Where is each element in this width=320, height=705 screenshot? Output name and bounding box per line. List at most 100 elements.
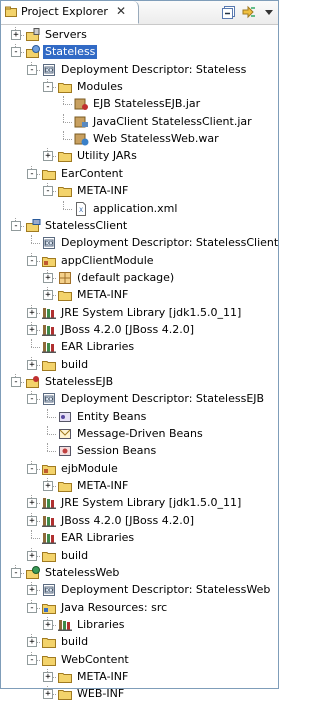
tree-item-message-driven-beans[interactable]: Message-Driven Beans bbox=[1, 426, 278, 443]
expand-icon[interactable]: + bbox=[27, 359, 37, 370]
collapse-icon[interactable]: - bbox=[43, 186, 53, 197]
expand-icon[interactable]: + bbox=[27, 637, 37, 648]
expand-icon[interactable]: + bbox=[43, 671, 53, 682]
tree-item-jre-system-library-jdk1-5-0-11[interactable]: + JRE System Library [jdk1.5.0_11] bbox=[1, 304, 278, 322]
tree-item-meta-inf[interactable]: + META-INF bbox=[1, 478, 278, 495]
tree-item-jre-system-library-jdk1-5-0-11[interactable]: + JRE System Library [jdk1.5.0_11] bbox=[1, 495, 278, 512]
servers-project-icon bbox=[25, 27, 41, 43]
tree-item-deployment-descriptor-statelessclient[interactable]: DD Deployment Descriptor: StatelessClient bbox=[1, 235, 278, 252]
collapse-icon[interactable]: - bbox=[11, 377, 21, 387]
link-with-editor-icon[interactable] bbox=[241, 4, 257, 20]
view-menu-icon[interactable] bbox=[261, 4, 277, 20]
expand-icon[interactable]: + bbox=[43, 272, 53, 283]
folder-icon bbox=[57, 148, 73, 164]
tree-connector bbox=[31, 347, 40, 349]
library-icon bbox=[41, 339, 57, 355]
tree-item-ejb-statelessejb-jar[interactable]: EJB StatelessEJB.jar bbox=[1, 96, 278, 113]
tree-item-label: StatelessWeb bbox=[45, 565, 120, 579]
tree-item-application-xml[interactable]: Xapplication.xml bbox=[1, 200, 278, 218]
tree-item-meta-inf[interactable]: - META-INF bbox=[1, 183, 278, 200]
close-icon[interactable]: ✕ bbox=[116, 4, 126, 18]
tree-connector bbox=[31, 235, 32, 244]
expand-icon[interactable]: + bbox=[43, 151, 53, 162]
collapse-icon[interactable]: - bbox=[27, 255, 37, 266]
tree-item-earcontent[interactable]: - EarContent bbox=[1, 165, 278, 183]
collapse-all-icon[interactable] bbox=[221, 4, 237, 20]
expand-icon[interactable]: + bbox=[27, 324, 37, 335]
tree-item-build[interactable]: + build bbox=[1, 356, 278, 374]
expand-icon[interactable]: + bbox=[43, 619, 53, 630]
expand-icon[interactable]: + bbox=[11, 30, 21, 40]
tree-item-label: Session Beans bbox=[77, 444, 157, 458]
expand-icon[interactable]: + bbox=[43, 689, 53, 700]
collapse-icon[interactable]: - bbox=[27, 654, 37, 665]
tree-item-web-statelessweb-war[interactable]: Web StatelessWeb.war bbox=[1, 131, 278, 148]
tree-item-statelessejb[interactable]: - StatelessEJB bbox=[1, 374, 278, 391]
expand-icon[interactable]: + bbox=[27, 585, 37, 596]
message-beans-icon bbox=[57, 426, 73, 442]
java-resources-icon bbox=[41, 600, 57, 616]
tree-item-jboss-4-2-0-jboss-4-2-0[interactable]: + JBoss 4.2.0 [JBoss 4.2.0] bbox=[1, 321, 278, 339]
source-folder-icon bbox=[41, 253, 57, 269]
tree-item-ear-libraries[interactable]: EAR Libraries bbox=[1, 339, 278, 356]
tree-item-servers[interactable]: + Servers bbox=[1, 27, 278, 44]
ear-project-icon bbox=[25, 44, 41, 60]
tree-item-label: build bbox=[61, 635, 89, 649]
tree-item-modules[interactable]: - Modules bbox=[1, 79, 278, 96]
web-war-icon bbox=[73, 131, 89, 147]
collapse-icon[interactable]: - bbox=[27, 168, 37, 179]
tree-connector bbox=[63, 139, 72, 141]
tree-connector bbox=[47, 408, 48, 417]
tree-item-stateless[interactable]: - Stateless bbox=[1, 44, 278, 61]
tree-item-label: StatelessEJB bbox=[45, 375, 114, 388]
expand-icon[interactable]: + bbox=[43, 481, 53, 492]
collapse-icon[interactable]: - bbox=[27, 394, 37, 405]
expand-icon[interactable]: + bbox=[27, 498, 37, 509]
folder-icon bbox=[41, 548, 57, 564]
library-icon bbox=[41, 530, 57, 546]
tree-item-utility-jars[interactable]: + Utility JARs bbox=[1, 148, 278, 165]
collapse-icon[interactable]: - bbox=[27, 64, 37, 75]
tree-item-ear-libraries[interactable]: EAR Libraries bbox=[1, 530, 278, 547]
tree-item-meta-inf[interactable]: + META-INF bbox=[1, 668, 278, 686]
collapse-icon[interactable]: - bbox=[11, 220, 21, 231]
tree-item-deployment-descriptor-statelessejb[interactable]: - DD Deployment Descriptor: StatelessEJB bbox=[1, 391, 278, 408]
expand-icon[interactable]: + bbox=[27, 550, 37, 561]
expand-icon[interactable]: + bbox=[27, 515, 37, 526]
tree-item-label: WEB-INF bbox=[77, 687, 125, 701]
tree-item-libraries[interactable]: + Libraries bbox=[1, 616, 278, 634]
expand-icon[interactable]: + bbox=[43, 290, 53, 301]
tree-item-appclientmodule[interactable]: - appClientModule bbox=[1, 252, 278, 270]
library-icon bbox=[41, 305, 57, 321]
collapse-icon[interactable]: - bbox=[43, 82, 53, 93]
tree-item-label: META-INF bbox=[77, 669, 129, 683]
tree-item-statelessclient[interactable]: - StatelessClient bbox=[1, 217, 278, 235]
collapse-icon[interactable]: - bbox=[11, 47, 21, 58]
tree-item-webcontent[interactable]: - WebContent bbox=[1, 651, 278, 669]
tree-connector bbox=[31, 530, 32, 539]
tree-item-meta-inf[interactable]: + META-INF bbox=[1, 287, 278, 304]
tree-item-label: Java Resources: src bbox=[61, 600, 168, 614]
tree-connector bbox=[31, 339, 32, 348]
tree-item-build[interactable]: + build bbox=[1, 547, 278, 565]
folder-icon bbox=[57, 287, 73, 303]
tree-item-label: Libraries bbox=[77, 617, 125, 631]
tree-item-deployment-descriptor-statelessweb[interactable]: + DD Deployment Descriptor: StatelessWeb bbox=[1, 582, 278, 599]
project-explorer-tab[interactable]: Project Explorer ✕ bbox=[1, 1, 139, 24]
tree-item-javaclient-statelessclient-jar[interactable]: JavaClient StatelessClient.jar bbox=[1, 113, 278, 131]
tree-item-ejbmodule[interactable]: - ejbModule bbox=[1, 460, 278, 478]
tree-item-statelessweb[interactable]: - StatelessWeb bbox=[1, 564, 278, 582]
tree-item-build[interactable]: + build bbox=[1, 634, 278, 651]
tree-item-entity-beans[interactable]: Entity Beans bbox=[1, 408, 278, 426]
package-icon bbox=[57, 270, 73, 286]
tree-item-session-beans[interactable]: Session Beans bbox=[1, 443, 278, 460]
expand-icon[interactable]: + bbox=[27, 307, 37, 318]
collapse-icon[interactable]: - bbox=[11, 567, 21, 578]
tree-item-java-resources-src[interactable]: - Java Resources: src bbox=[1, 599, 278, 617]
tree-item-default-package[interactable]: + (default package) bbox=[1, 269, 278, 287]
tree-item-deployment-descriptor-stateless[interactable]: - DD Deployment Descriptor: Stateless bbox=[1, 61, 278, 79]
collapse-icon[interactable]: - bbox=[27, 463, 37, 474]
collapse-icon[interactable]: - bbox=[27, 602, 37, 613]
folder-icon bbox=[57, 79, 73, 95]
tree-item-jboss-4-2-0-jboss-4-2-0[interactable]: + JBoss 4.2.0 [JBoss 4.2.0] bbox=[1, 512, 278, 530]
